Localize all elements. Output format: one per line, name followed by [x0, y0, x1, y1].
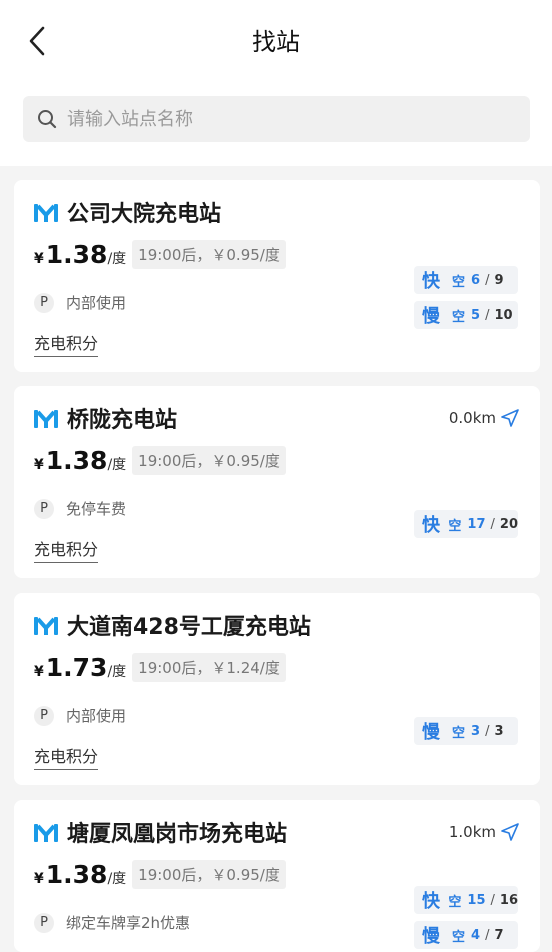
search-icon: [38, 110, 57, 129]
total-count: 9: [494, 272, 504, 288]
charger-type: 慢: [422, 926, 440, 947]
price-row: ¥ 1.38 /度 19:00后，￥0.95/度: [34, 446, 286, 478]
price-value: 1.38: [45, 860, 108, 889]
available-count: 4: [471, 927, 481, 943]
top-bar: 找站: [0, 0, 552, 166]
station-card[interactable]: 桥陇充电站 0.0km ¥ 1.38 /度 19:00后，￥0.95/度 P 免…: [14, 386, 540, 578]
fast-charger-status: 快 空 6 / 9: [414, 266, 518, 294]
distance[interactable]: 0.0km: [449, 408, 520, 428]
distance-text: 1.0km: [448, 823, 496, 841]
charger-type: 快: [422, 271, 440, 292]
available-count: 3: [471, 723, 481, 739]
parking-text: 绑定车牌享2h优惠: [66, 914, 191, 932]
navigate-arrow-icon: [501, 823, 519, 841]
parking-icon: P: [34, 705, 54, 726]
points-link[interactable]: 充电积分: [34, 330, 99, 357]
fast-charger-status: 快 空 17 / 20: [414, 510, 518, 538]
parking-icon: P: [34, 912, 54, 933]
free-label: 空: [452, 929, 466, 945]
slow-charger-status: 慢 空 5 / 10: [414, 301, 518, 329]
parking-icon: P: [34, 498, 54, 519]
price-row: ¥ 1.38 /度 19:00后，￥0.95/度: [34, 860, 286, 892]
price-value: 1.38: [45, 240, 108, 269]
charger-type: 慢: [422, 306, 440, 327]
charger-type: 快: [422, 515, 440, 536]
price-row: ¥ 1.73 /度 19:00后，￥1.24/度: [34, 653, 286, 685]
total-count: 3: [494, 723, 504, 739]
price-unit: /度: [107, 251, 127, 267]
price-unit: /度: [107, 871, 127, 887]
slow-charger-status: 慢 空 3 / 3: [414, 717, 518, 745]
total-count: 10: [494, 307, 513, 323]
available-count: 15: [467, 892, 486, 908]
parking-info: P 免停车费: [34, 498, 126, 519]
available-count: 17: [467, 516, 486, 532]
parking-text: 免停车费: [66, 500, 127, 518]
after-price-badge: 19:00后，￥0.95/度: [132, 446, 286, 475]
fast-charger-status: 快 空 15 / 16: [414, 886, 518, 914]
search-bar[interactable]: [23, 96, 530, 142]
distance[interactable]: 1.0km: [449, 822, 520, 842]
total-count: 7: [494, 927, 504, 943]
currency-symbol: ¥: [34, 664, 44, 680]
parking-text: 内部使用: [66, 294, 127, 312]
parking-info: P 内部使用: [34, 705, 126, 726]
free-label: 空: [448, 894, 462, 910]
points-link[interactable]: 充电积分: [34, 743, 99, 770]
price-value: 1.73: [45, 653, 108, 682]
navigate-arrow-icon: [501, 409, 519, 427]
charger-type: 慢: [422, 722, 440, 743]
after-price-badge: 19:00后，￥0.95/度: [132, 240, 286, 269]
currency-symbol: ¥: [34, 871, 44, 887]
currency-symbol: ¥: [34, 251, 44, 267]
distance-text: 0.0km: [448, 409, 496, 427]
after-price-badge: 19:00后，￥0.95/度: [132, 860, 286, 889]
total-count: 16: [499, 892, 518, 908]
station-card[interactable]: 塘厦凤凰岗市场充电站 1.0km ¥ 1.38 /度 19:00后，￥0.95/…: [14, 800, 540, 952]
price-value: 1.38: [45, 446, 108, 475]
station-logo-icon: [34, 410, 58, 428]
free-label: 空: [452, 274, 466, 290]
station-logo-icon: [34, 204, 58, 222]
station-card[interactable]: 大道南428号工厦充电站 ¥ 1.73 /度 19:00后，￥1.24/度 P …: [14, 593, 540, 785]
after-price-badge: 19:00后，￥1.24/度: [132, 653, 286, 682]
free-label: 空: [452, 309, 466, 325]
parking-info: P 内部使用: [34, 292, 126, 313]
station-name: 大道南428号工厦充电站: [67, 615, 311, 640]
price-unit: /度: [107, 457, 127, 473]
parking-info: P 绑定车牌享2h优惠: [34, 912, 190, 933]
station-name: 公司大院充电站: [67, 202, 222, 227]
currency-symbol: ¥: [34, 457, 44, 473]
search-input[interactable]: [65, 107, 509, 131]
slow-charger-status: 慢 空 4 / 7: [414, 921, 518, 949]
free-label: 空: [448, 518, 462, 534]
available-count: 5: [471, 307, 481, 323]
price-unit: /度: [107, 664, 127, 680]
station-logo-icon: [34, 617, 58, 635]
free-label: 空: [452, 725, 466, 741]
station-logo-icon: [34, 824, 58, 842]
parking-icon: P: [34, 292, 54, 313]
station-name: 塘厦凤凰岗市场充电站: [67, 822, 288, 847]
page-title: 找站: [252, 28, 300, 56]
station-name: 桥陇充电站: [67, 408, 178, 433]
price-row: ¥ 1.38 /度 19:00后，￥0.95/度: [34, 240, 286, 272]
points-link[interactable]: 充电积分: [34, 536, 99, 563]
charger-type: 快: [422, 891, 440, 912]
parking-text: 内部使用: [66, 707, 127, 725]
station-card[interactable]: 公司大院充电站 ¥ 1.38 /度 19:00后，￥0.95/度 P 内部使用 …: [14, 180, 540, 372]
available-count: 6: [471, 272, 481, 288]
total-count: 20: [499, 516, 518, 532]
